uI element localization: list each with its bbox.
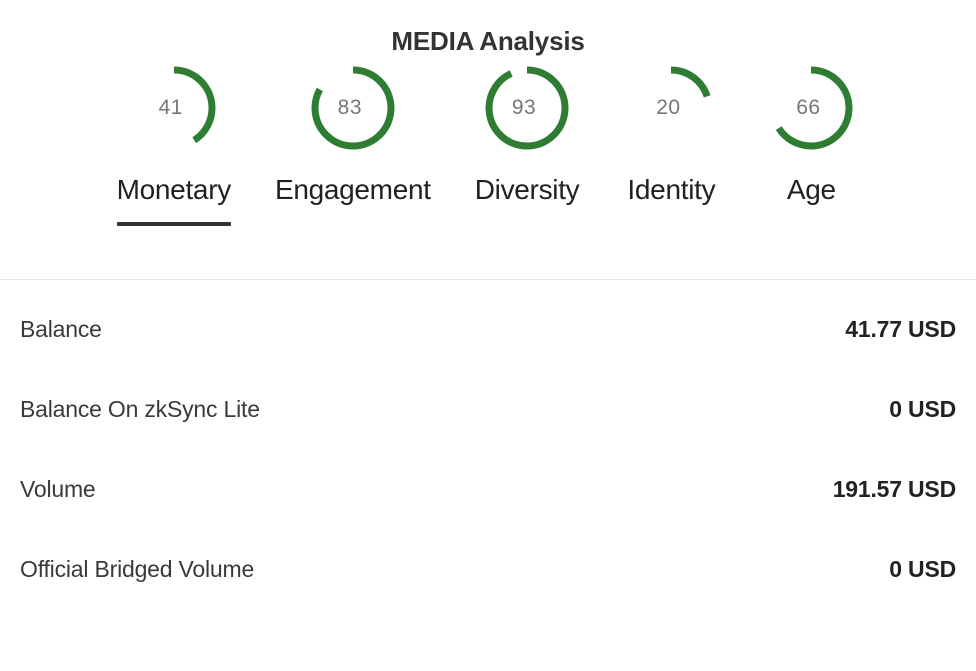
- tab-active-indicator: [275, 222, 431, 226]
- tab-identity[interactable]: 20 Identity: [601, 60, 741, 226]
- tab-active-indicator: [623, 222, 719, 226]
- metric-row: Official Bridged Volume 0 USD: [20, 542, 956, 622]
- media-analysis-panel: MEDIA Analysis 41 Monetary 83 Engagement 93 D…: [0, 0, 976, 671]
- tab-label: Engagement: [274, 174, 431, 205]
- gauge-score-value: 20: [656, 96, 681, 119]
- gauge-score-value: 66: [796, 96, 821, 119]
- gauge-score-value: 41: [158, 96, 183, 119]
- ring-gauge-icon: 20: [623, 60, 719, 156]
- metric-value: 41.77 USD: [845, 316, 956, 342]
- metrics-list: Balance 41.77 USD Balance On zkSync Lite 0 …: [0, 280, 976, 622]
- tab-monetary[interactable]: 41 Monetary: [95, 60, 253, 226]
- tab-label: Monetary: [116, 174, 232, 205]
- tab-age[interactable]: 66 Age: [741, 60, 881, 226]
- metric-label: Official Bridged Volume: [20, 556, 255, 582]
- tabs-row: 41 Monetary 83 Engagement 93 Diversity 20 Ident…: [20, 60, 956, 226]
- metric-row: Balance 41.77 USD: [20, 302, 956, 382]
- metric-row: Volume 191.57 USD: [20, 462, 956, 542]
- tab-label: Identity: [627, 174, 716, 205]
- metric-value: 191.57 USD: [832, 476, 957, 502]
- metric-row: Balance On zkSync Lite 0 USD: [20, 382, 956, 462]
- ring-gauge-icon: 93: [479, 60, 575, 156]
- tab-active-indicator: [763, 222, 859, 226]
- metric-value: 0 USD: [889, 556, 956, 582]
- tab-active-indicator: [475, 222, 580, 226]
- tab-label: Age: [786, 174, 836, 205]
- tab-label: Diversity: [474, 174, 580, 205]
- tab-active-indicator: [116, 222, 231, 226]
- metric-label: Volume: [20, 476, 96, 502]
- tab-diversity[interactable]: 93 Diversity: [453, 60, 602, 226]
- metric-label: Balance: [20, 316, 102, 342]
- ring-gauge-icon: 66: [763, 60, 859, 156]
- tabstrip-divider: [0, 279, 976, 280]
- gauge-score-value: 83: [337, 96, 362, 119]
- metric-value: 0 USD: [889, 396, 956, 422]
- gauge-score-value: 93: [511, 96, 537, 119]
- metric-label: Balance On zkSync Lite: [20, 396, 260, 422]
- ring-gauge-icon: 83: [305, 60, 401, 156]
- ring-gauge-icon: 41: [126, 60, 222, 156]
- page-title: MEDIA Analysis: [391, 26, 585, 56]
- tab-engagement[interactable]: 83 Engagement: [253, 60, 453, 226]
- category-tabstrip: 41 Monetary 83 Engagement 93 Diversity 20 Ident…: [0, 60, 976, 280]
